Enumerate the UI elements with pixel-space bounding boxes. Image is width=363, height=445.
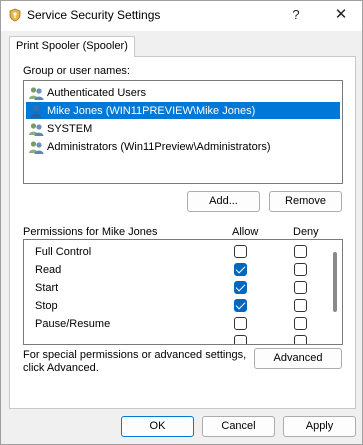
permission-name: Stop bbox=[35, 300, 58, 312]
deny-checkbox-full-control[interactable] bbox=[294, 245, 307, 258]
user-icon bbox=[30, 104, 42, 118]
tab-spooler[interactable]: Print Spooler (Spooler) bbox=[9, 36, 135, 57]
users-group-icon bbox=[29, 122, 44, 136]
user-name: SYSTEM bbox=[47, 122, 93, 135]
tab-panel: Group or user names: Authenticated Users… bbox=[9, 56, 356, 409]
allow-checkbox-partial[interactable] bbox=[234, 335, 247, 344]
permission-name: Pause/Resume bbox=[35, 318, 111, 330]
permission-name: Read bbox=[35, 264, 62, 276]
list-item-mike-jones[interactable]: Mike Jones (WIN11PREVIEW\Mike Jones) bbox=[26, 102, 340, 119]
allow-column-header: Allow bbox=[232, 226, 259, 238]
advanced-hint-line1: For special permissions or advanced sett… bbox=[23, 349, 247, 361]
deny-checkbox-partial[interactable] bbox=[294, 335, 307, 344]
add-button[interactable]: Add... bbox=[187, 191, 260, 212]
deny-checkbox-read[interactable] bbox=[294, 263, 307, 276]
deny-checkbox-pause-resume[interactable] bbox=[294, 317, 307, 330]
scroll-thumb[interactable] bbox=[333, 252, 337, 312]
title-bar: Service Security Settings ? ✕ bbox=[1, 1, 362, 31]
allow-checkbox-read[interactable] bbox=[234, 263, 247, 276]
permission-name: Full Control bbox=[35, 246, 92, 258]
remove-button[interactable]: Remove bbox=[269, 191, 342, 212]
close-button[interactable]: ✕ bbox=[328, 5, 354, 25]
allow-checkbox-start[interactable] bbox=[234, 281, 247, 294]
users-header: Group or user names: bbox=[23, 65, 130, 77]
permission-row-start: Start bbox=[24, 279, 324, 297]
users-group-icon bbox=[29, 86, 44, 100]
ok-button[interactable]: OK bbox=[121, 416, 194, 437]
shield-key-icon bbox=[9, 8, 21, 22]
user-name: Administrators (Win11Preview\Administrat… bbox=[47, 140, 271, 153]
permissions-list: Full Control Read Start Stop Pause/Resum bbox=[23, 239, 343, 345]
users-header-text: Group or user names: bbox=[23, 65, 130, 77]
permission-name: Start bbox=[35, 282, 59, 294]
permissions-scrollbar[interactable] bbox=[329, 240, 342, 344]
apply-button[interactable]: Apply bbox=[283, 416, 356, 437]
permission-row-read: Read bbox=[24, 261, 324, 279]
security-dialog: Service Security Settings ? ✕ Print Spoo… bbox=[0, 0, 363, 445]
user-name: Mike Jones (WIN11PREVIEW\Mike Jones) bbox=[47, 104, 256, 117]
users-group-icon bbox=[29, 140, 44, 154]
allow-checkbox-pause-resume[interactable] bbox=[234, 317, 247, 330]
list-item-system[interactable]: SYSTEM bbox=[26, 120, 340, 137]
help-button[interactable]: ? bbox=[283, 5, 309, 25]
advanced-hint-line2: click Advanced. bbox=[23, 362, 99, 374]
user-list[interactable]: Authenticated Users Mike Jones (WIN11PRE… bbox=[23, 80, 343, 184]
user-name: Authenticated Users bbox=[47, 86, 147, 99]
deny-checkbox-start[interactable] bbox=[294, 281, 307, 294]
permissions-header: Permissions for Mike Jones bbox=[23, 226, 158, 238]
allow-checkbox-stop[interactable] bbox=[234, 299, 247, 312]
permission-row-pause-resume: Pause/Resume bbox=[24, 315, 324, 333]
advanced-button[interactable]: Advanced bbox=[254, 348, 342, 369]
permission-row-stop: Stop bbox=[24, 297, 324, 315]
list-item-administrators[interactable]: Administrators (Win11Preview\Administrat… bbox=[26, 138, 340, 155]
list-item-authenticated-users[interactable]: Authenticated Users bbox=[26, 84, 340, 101]
cancel-button[interactable]: Cancel bbox=[202, 416, 275, 437]
window-title: Service Security Settings bbox=[27, 8, 161, 22]
permission-row-full-control: Full Control bbox=[24, 243, 324, 261]
allow-checkbox-full-control[interactable] bbox=[234, 245, 247, 258]
permission-row-partial bbox=[24, 333, 324, 344]
deny-checkbox-stop[interactable] bbox=[294, 299, 307, 312]
deny-column-header: Deny bbox=[293, 226, 319, 238]
